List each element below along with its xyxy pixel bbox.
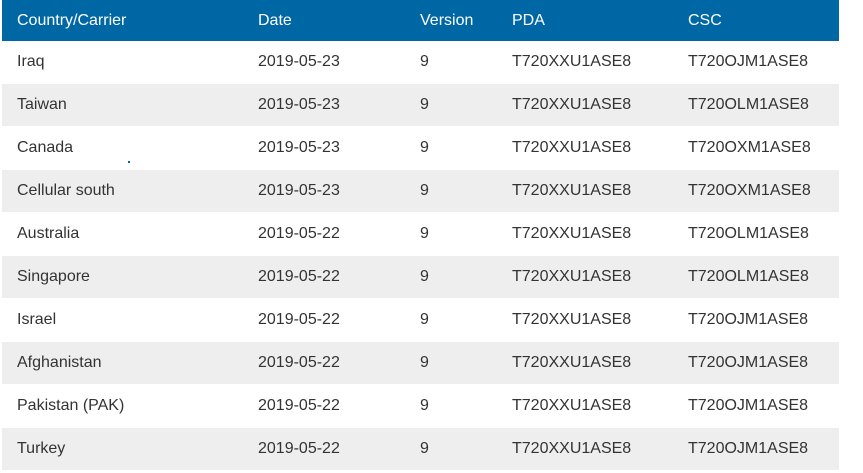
cell-pda: T720XXU1ASE8 <box>512 397 632 414</box>
cell-date: 2019-05-22 <box>258 225 340 242</box>
cell-pda: T720XXU1ASE8 <box>512 96 632 113</box>
cell-country: Canada <box>17 139 74 156</box>
cell-version: 9 <box>420 139 429 156</box>
cell-csc: T720OJM1ASE8 <box>688 440 809 457</box>
cell-version: 9 <box>420 311 429 328</box>
cell-country: Israel <box>17 311 57 328</box>
cell-pda: T720XXU1ASE8 <box>512 354 632 371</box>
table-row[interactable]: Singapore 2019-05-22 9 T720XXU1ASE8 T720… <box>2 256 839 299</box>
cell-csc: T720OLM1ASE8 <box>688 268 809 285</box>
cell-country: Turkey <box>17 440 66 457</box>
cell-csc: T720OJM1ASE8 <box>688 397 809 414</box>
cell-version: 9 <box>420 397 429 414</box>
table-row[interactable]: Taiwan 2019-05-23 9 T720XXU1ASE8 T720OLM… <box>2 84 839 127</box>
cell-country: Singapore <box>17 268 90 285</box>
cell-date: 2019-05-22 <box>258 440 340 457</box>
table-row[interactable]: Turkey 2019-05-22 9 T720XXU1ASE8 T720OJM… <box>2 428 839 471</box>
cell-date: 2019-05-22 <box>258 311 340 328</box>
table-header: Country/Carrier Date Version PDA CSC <box>2 0 839 41</box>
cell-version: 9 <box>420 53 429 70</box>
cell-date: 2019-05-22 <box>258 397 340 414</box>
cell-date: 2019-05-23 <box>258 139 340 156</box>
table-row[interactable]: Israel 2019-05-22 9 T720XXU1ASE8 T720OJM… <box>2 299 839 342</box>
cell-pda: T720XXU1ASE8 <box>512 311 632 328</box>
cell-country: Pakistan (PAK) <box>17 397 125 414</box>
cell-version: 9 <box>420 354 429 371</box>
cell-csc: T720OJM1ASE8 <box>688 53 809 70</box>
table-row[interactable]: Australia 2019-05-22 9 T720XXU1ASE8 T720… <box>2 213 839 256</box>
cell-date: 2019-05-23 <box>258 96 340 113</box>
column-header-csc[interactable]: CSC <box>673 12 839 30</box>
cell-country: Afghanistan <box>17 354 102 371</box>
cell-version: 9 <box>420 96 429 113</box>
cell-country: Australia <box>17 225 80 242</box>
table-row[interactable]: Pakistan (PAK) 2019-05-22 9 T720XXU1ASE8… <box>2 385 839 428</box>
cell-pda: T720XXU1ASE8 <box>512 182 632 199</box>
table-row[interactable]: Iraq 2019-05-23 9 T720XXU1ASE8 T720OJM1A… <box>2 41 839 84</box>
stray-pixel-mark <box>128 161 130 163</box>
cell-csc: T720OXM1ASE8 <box>688 182 811 199</box>
cell-pda: T720XXU1ASE8 <box>512 53 632 70</box>
cell-pda: T720XXU1ASE8 <box>512 440 632 457</box>
cell-version: 9 <box>420 225 429 242</box>
cell-pda: T720XXU1ASE8 <box>512 268 632 285</box>
firmware-table: Country/Carrier Date Version PDA CSC Ira… <box>2 0 839 471</box>
cell-csc: T720OXM1ASE8 <box>688 139 811 156</box>
column-header-date[interactable]: Date <box>243 12 405 30</box>
cell-version: 9 <box>420 182 429 199</box>
cell-date: 2019-05-22 <box>258 268 340 285</box>
cell-pda: T720XXU1ASE8 <box>512 139 632 156</box>
column-header-pda[interactable]: PDA <box>497 12 673 30</box>
cell-country: Cellular south <box>17 182 115 199</box>
cell-country: Taiwan <box>17 96 67 113</box>
cell-pda: T720XXU1ASE8 <box>512 225 632 242</box>
cell-date: 2019-05-23 <box>258 53 340 70</box>
cell-date: 2019-05-22 <box>258 354 340 371</box>
table-row[interactable]: Canada 2019-05-23 9 T720XXU1ASE8 T720OXM… <box>2 127 839 170</box>
cell-csc: T720OJM1ASE8 <box>688 311 809 328</box>
table-row[interactable]: Afghanistan 2019-05-22 9 T720XXU1ASE8 T7… <box>2 342 839 385</box>
cell-version: 9 <box>420 268 429 285</box>
cell-date: 2019-05-23 <box>258 182 340 199</box>
table-row[interactable]: Cellular south 2019-05-23 9 T720XXU1ASE8… <box>2 170 839 213</box>
column-header-country[interactable]: Country/Carrier <box>2 12 243 30</box>
cell-country: Iraq <box>17 53 45 70</box>
cell-version: 9 <box>420 440 429 457</box>
cell-csc: T720OLM1ASE8 <box>688 225 809 242</box>
cell-csc: T720OJM1ASE8 <box>688 354 809 371</box>
cell-csc: T720OLM1ASE8 <box>688 96 809 113</box>
column-header-version[interactable]: Version <box>405 12 497 30</box>
